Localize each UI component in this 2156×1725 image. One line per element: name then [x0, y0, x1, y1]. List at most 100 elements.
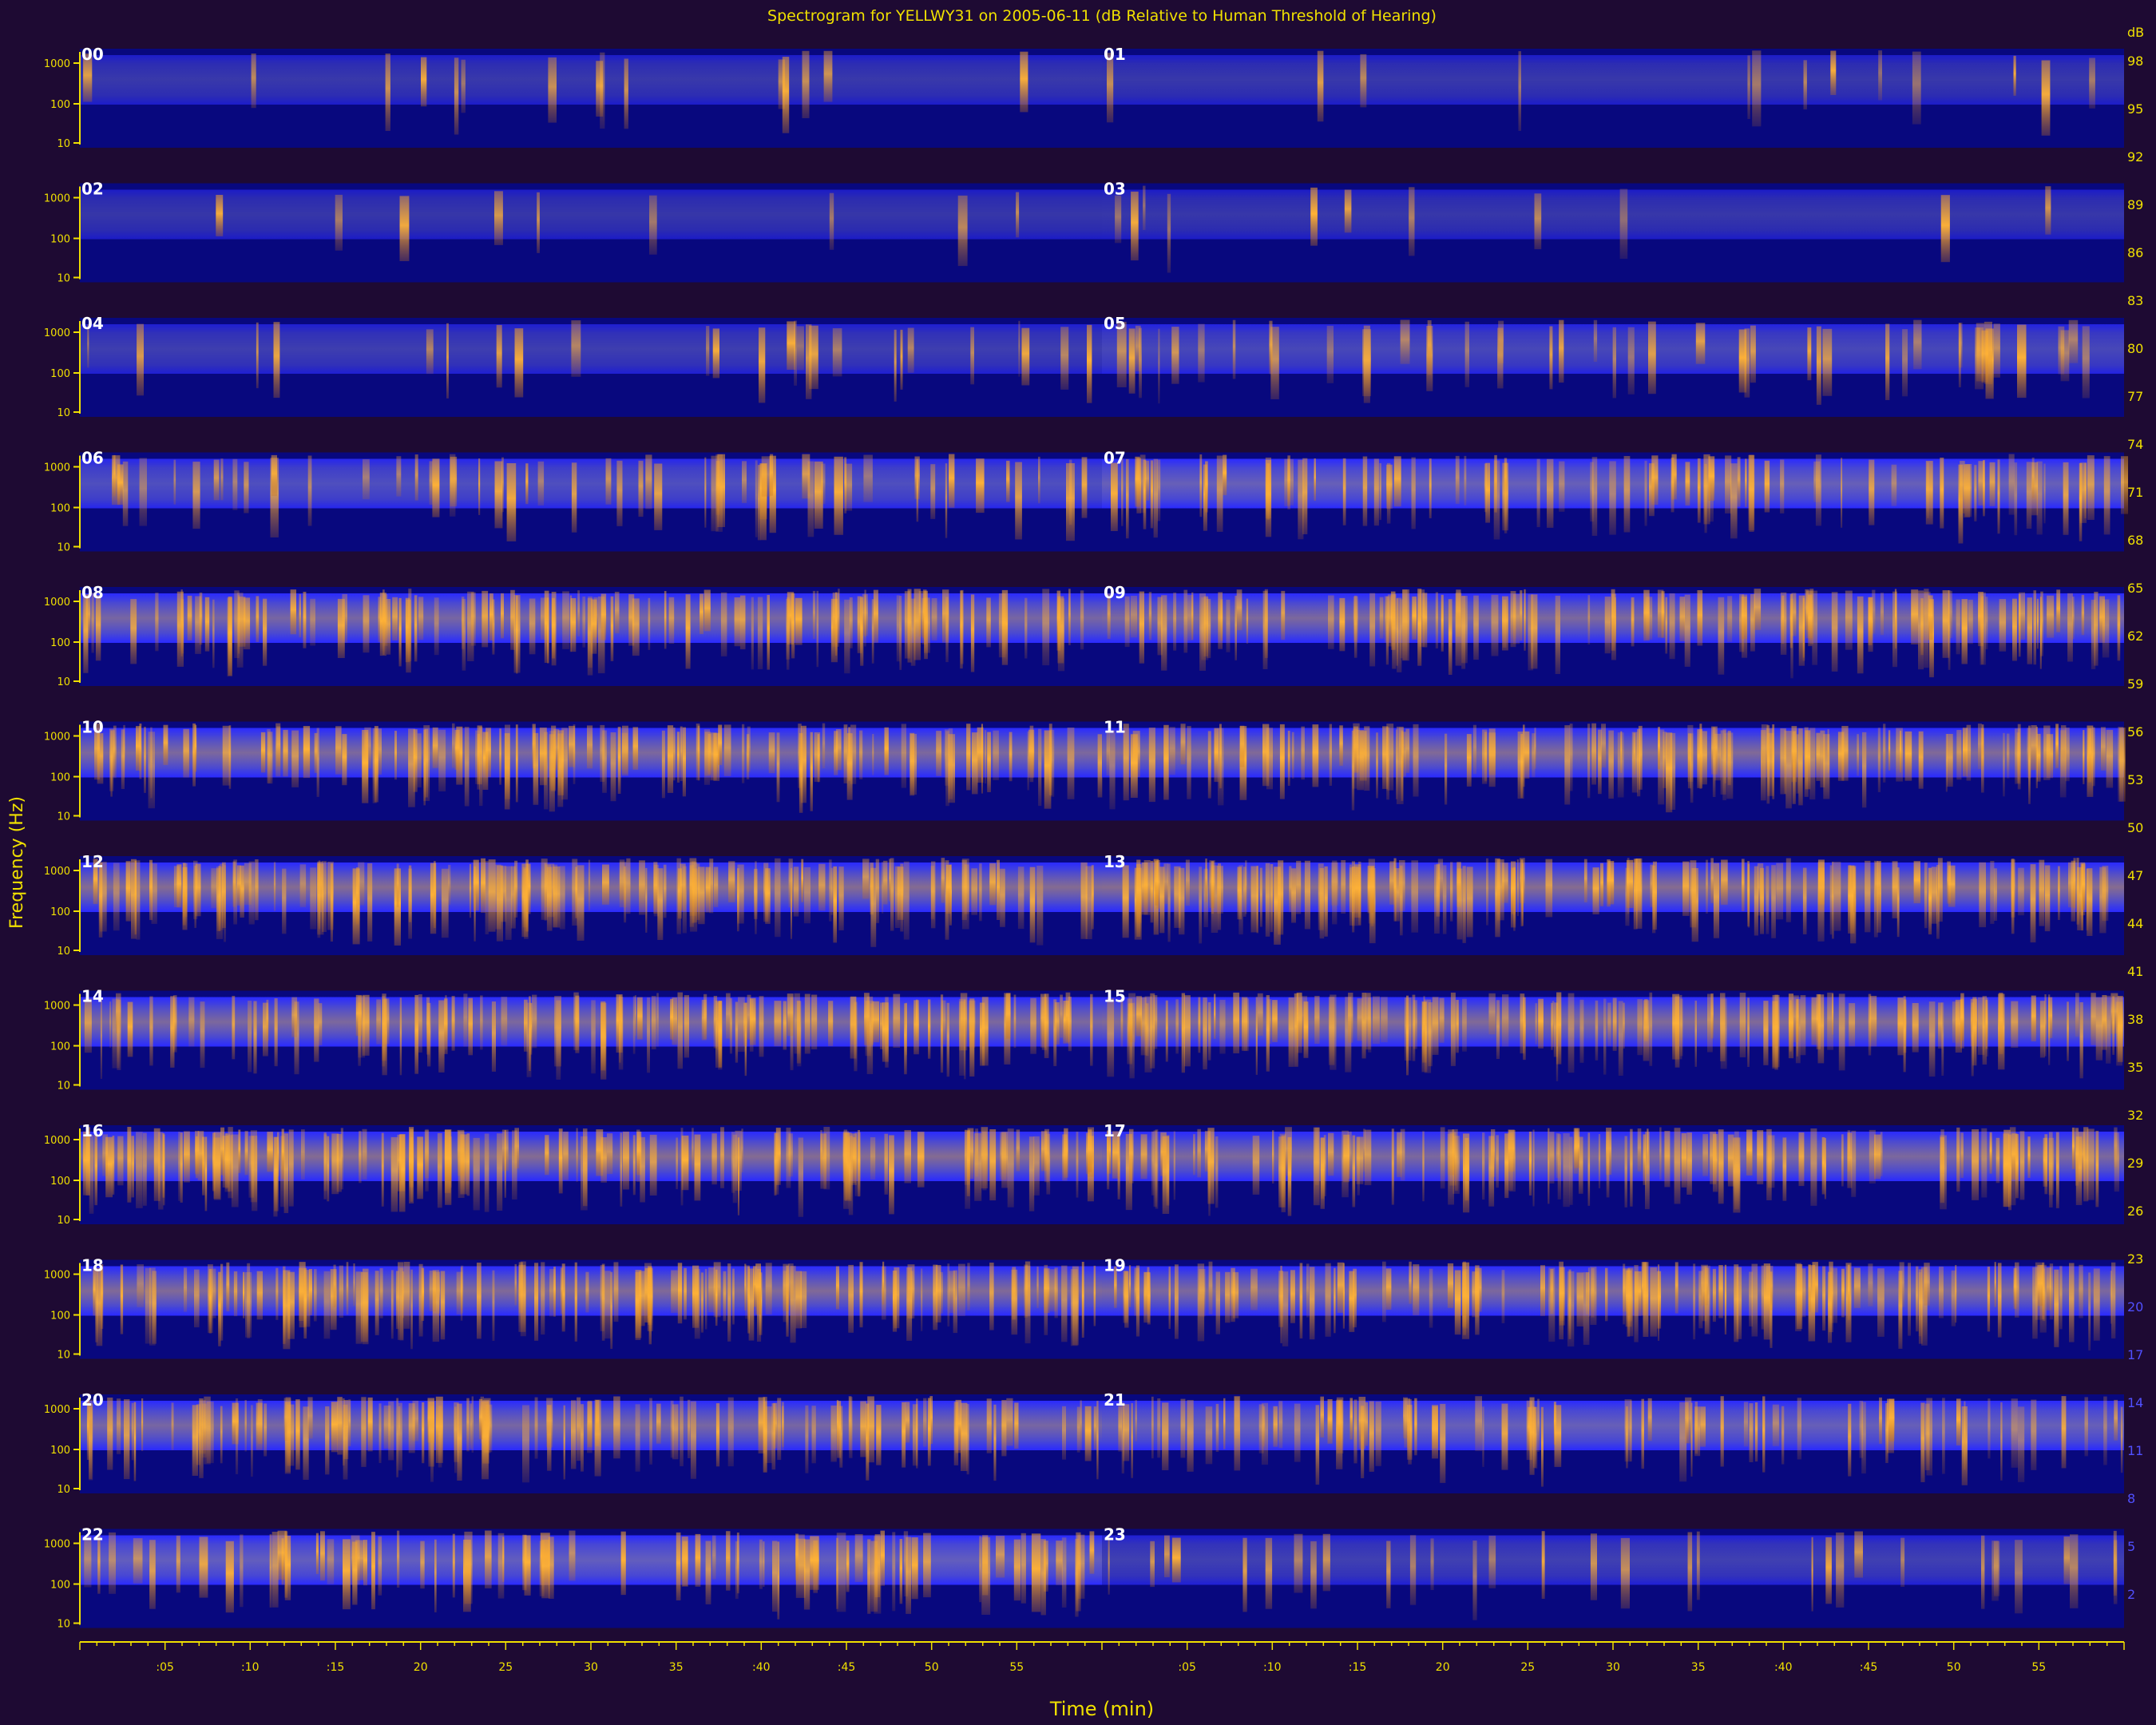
call-burst	[1314, 996, 1320, 1044]
call-burst	[107, 1398, 113, 1470]
call-burst	[461, 597, 465, 649]
call-burst	[2061, 1396, 2067, 1469]
call-burst	[859, 730, 863, 779]
call-burst	[1336, 1397, 1344, 1453]
call-burst	[127, 1127, 132, 1203]
call-burst	[2031, 995, 2036, 1041]
call-burst	[715, 461, 720, 515]
call-burst	[1135, 864, 1142, 923]
call-burst	[1427, 320, 1432, 375]
call-burst	[867, 1396, 874, 1463]
call-burst	[790, 1266, 796, 1343]
call-burst	[382, 993, 386, 1061]
call-burst	[1805, 730, 1811, 790]
call-burst	[1763, 1263, 1771, 1340]
call-burst	[799, 733, 803, 813]
call-burst	[386, 599, 391, 655]
call-burst	[497, 1133, 503, 1211]
call-burst	[1455, 455, 1460, 504]
call-burst	[496, 865, 503, 942]
call-burst	[1131, 1403, 1133, 1478]
call-burst	[1302, 458, 1308, 534]
call-burst	[287, 1404, 295, 1466]
call-burst	[269, 1534, 272, 1608]
call-burst	[485, 728, 491, 778]
call-burst	[421, 57, 427, 107]
call-burst	[2048, 994, 2051, 1065]
call-burst	[1482, 1132, 1485, 1200]
call-burst	[1868, 597, 1873, 645]
call-burst	[803, 866, 810, 924]
call-burst	[221, 862, 226, 928]
call-burst	[692, 1128, 694, 1172]
call-burst	[460, 1267, 463, 1321]
call-burst	[89, 1135, 94, 1214]
call-burst	[1344, 189, 1352, 233]
hour-label: 17	[1104, 1121, 1126, 1140]
call-burst	[854, 1534, 863, 1582]
call-burst	[1364, 1129, 1372, 1186]
freq-tick-label: 1000	[44, 1135, 70, 1147]
call-burst	[1328, 595, 1334, 649]
call-burst	[84, 998, 92, 1053]
call-burst	[468, 997, 473, 1056]
call-burst	[1162, 1402, 1169, 1470]
call-burst	[712, 1535, 716, 1580]
call-burst	[482, 1401, 489, 1480]
call-burst	[314, 732, 318, 773]
call-burst	[333, 1264, 336, 1308]
call-burst	[1841, 1134, 1844, 1187]
call-burst	[1278, 1401, 1283, 1449]
call-burst	[2032, 1267, 2038, 1339]
call-burst	[1948, 590, 1951, 670]
call-burst	[1749, 454, 1754, 532]
call-burst	[323, 1271, 331, 1339]
call-burst	[1173, 593, 1177, 651]
call-burst	[1287, 1137, 1292, 1216]
colorbar-label: 77	[2127, 389, 2143, 404]
call-burst	[1865, 860, 1871, 933]
call-burst	[1540, 1265, 1545, 1316]
call-burst	[585, 1271, 589, 1313]
call-burst	[706, 326, 710, 376]
call-burst	[232, 458, 238, 510]
call-burst	[1440, 1403, 1446, 1483]
call-burst	[1928, 867, 1932, 935]
call-burst	[581, 1136, 588, 1211]
call-burst	[1972, 997, 1977, 1066]
call-burst	[1400, 319, 1410, 364]
call-burst	[2093, 1268, 2100, 1341]
call-burst	[1532, 733, 1536, 778]
call-burst	[1504, 462, 1508, 533]
call-burst	[1000, 868, 1005, 927]
call-burst	[616, 460, 623, 526]
call-burst	[768, 732, 775, 774]
call-burst	[1429, 458, 1432, 518]
call-burst	[1348, 993, 1353, 1043]
call-burst	[1334, 1267, 1336, 1334]
call-burst	[1771, 865, 1776, 938]
call-burst	[1013, 1539, 1021, 1601]
colorbar-label: 35	[2127, 1060, 2143, 1075]
call-burst	[1611, 589, 1615, 651]
call-burst	[212, 599, 215, 668]
call-burst	[681, 1537, 688, 1587]
call-burst	[1015, 462, 1022, 540]
call-burst	[218, 1271, 221, 1346]
call-burst	[635, 1404, 640, 1472]
call-burst	[1718, 1129, 1724, 1204]
call-burst	[736, 1533, 739, 1594]
call-burst	[1312, 724, 1319, 787]
call-burst	[1264, 589, 1268, 658]
call-burst	[987, 732, 991, 792]
call-burst	[276, 726, 281, 767]
call-burst	[836, 1400, 839, 1450]
call-burst	[619, 862, 627, 908]
call-burst	[1650, 1267, 1658, 1337]
call-burst	[613, 1396, 620, 1459]
call-burst	[1349, 864, 1352, 913]
call-burst	[1712, 1268, 1716, 1322]
call-burst	[571, 1400, 577, 1469]
call-burst	[1393, 858, 1397, 922]
x-axis-label: Time (min)	[1049, 1698, 1154, 1720]
